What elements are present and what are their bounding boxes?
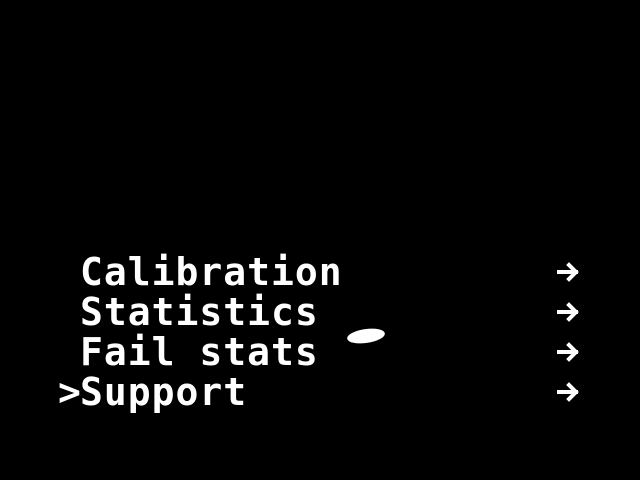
menu-item-fail-stats[interactable]: Fail stats [58,332,598,372]
main-menu: Calibration Statistics Fail stats > Supp… [58,252,598,412]
selection-cursor: > [58,370,82,414]
arrow-right-icon [554,292,584,332]
device-screen: Calibration Statistics Fail stats > Supp… [0,0,640,480]
menu-item-label: Statistics [80,290,319,334]
arrow-right-icon [554,372,584,412]
menu-item-support[interactable]: > Support [58,372,598,412]
menu-item-label: Support [80,370,248,414]
arrow-right-icon [554,332,584,372]
menu-item-label: Calibration [80,250,343,294]
arrow-right-icon [554,252,584,292]
menu-item-calibration[interactable]: Calibration [58,252,598,292]
menu-item-label: Fail stats [80,330,319,374]
menu-item-statistics[interactable]: Statistics [58,292,598,332]
